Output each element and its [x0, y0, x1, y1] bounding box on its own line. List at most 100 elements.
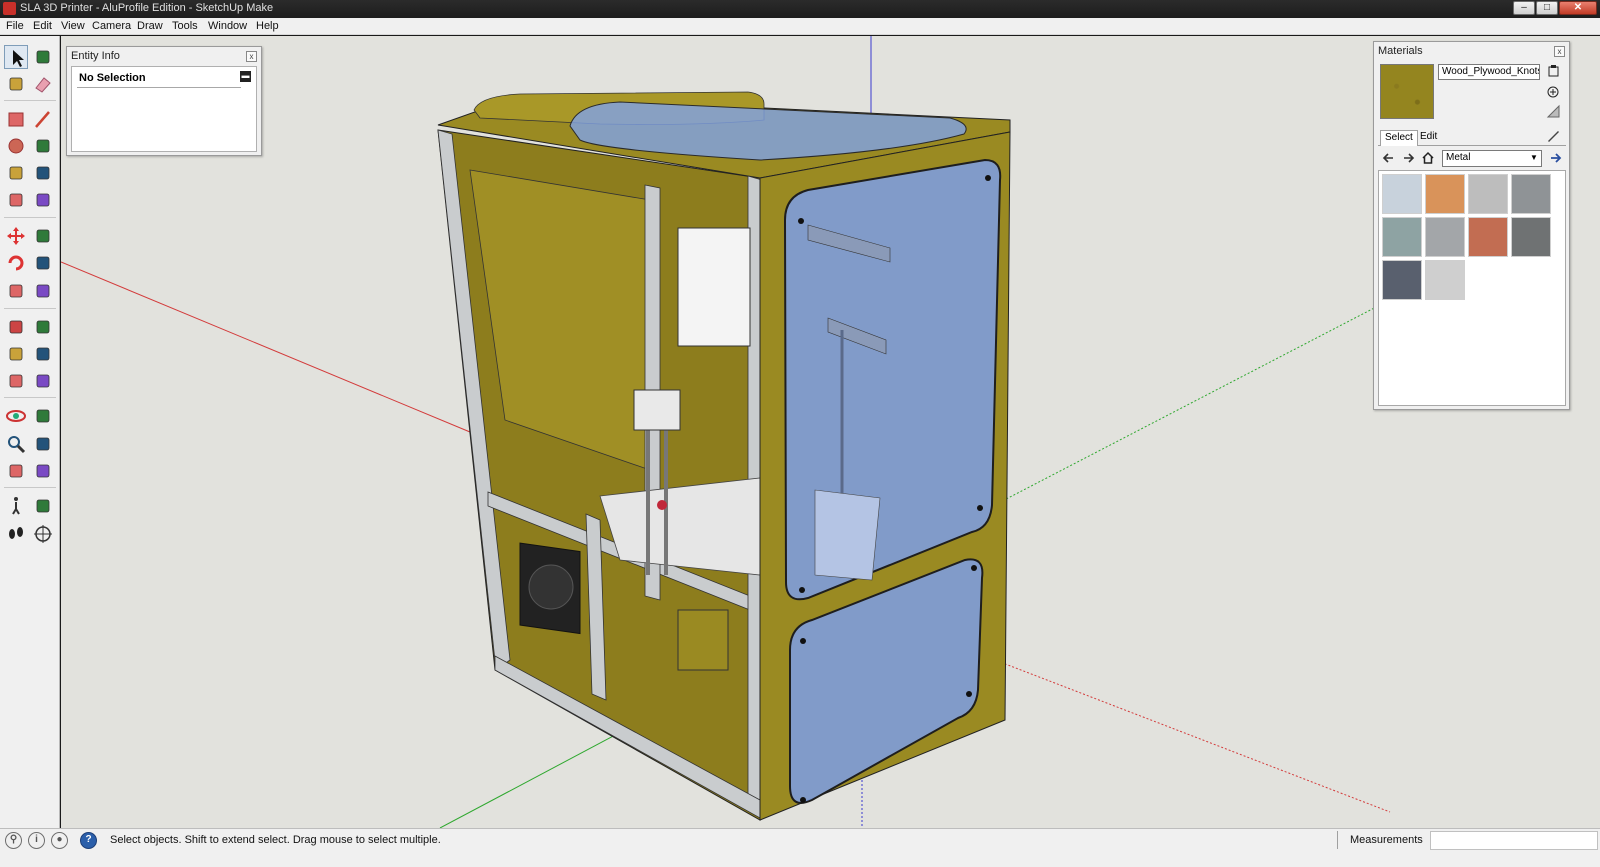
circle-icon[interactable]	[4, 134, 28, 158]
toolbar-separator	[4, 308, 56, 309]
menu-help[interactable]: Help	[256, 20, 279, 32]
metal-swatch-10[interactable]	[1425, 260, 1465, 300]
component-icon[interactable]	[31, 45, 55, 69]
metal-swatch-9[interactable]	[1382, 260, 1422, 300]
status-message: Select objects. Shift to extend select. …	[110, 834, 441, 846]
metal-swatch-3[interactable]	[1468, 174, 1508, 214]
rectangle-icon[interactable]	[4, 107, 28, 131]
menu-file[interactable]: File	[6, 20, 24, 32]
metal-swatch-1[interactable]	[1382, 174, 1422, 214]
selection-label: No Selection	[79, 72, 146, 84]
entity-info-title: Entity Info	[71, 50, 120, 62]
axes-icon[interactable]	[4, 369, 28, 393]
metal-swatch-5[interactable]	[1382, 217, 1422, 257]
entity-info-panel: Entity Info x No Selection ▬	[66, 46, 262, 156]
menu-window[interactable]: Window	[208, 20, 247, 32]
display-secondary-pane-icon[interactable]	[1546, 64, 1561, 79]
footprints-icon[interactable]	[4, 522, 28, 546]
materials-close-button[interactable]: x	[1554, 46, 1565, 57]
default-material-icon[interactable]	[1546, 104, 1561, 119]
large-tool-set	[0, 36, 60, 828]
walk-icon[interactable]	[4, 494, 28, 518]
details-arrow-icon[interactable]	[1548, 151, 1562, 168]
coupler	[657, 500, 667, 510]
model-viewport[interactable]	[61, 36, 1600, 828]
screw	[800, 797, 806, 803]
material-category-select[interactable]: Metal ▼	[1442, 150, 1542, 167]
create-material-icon[interactable]	[1546, 84, 1561, 99]
screw	[800, 638, 806, 644]
title-bar: SLA 3D Printer - AluProfile Edition - Sk…	[0, 0, 1600, 18]
entity-info-body: No Selection ▬	[71, 66, 257, 152]
metal-swatch-2[interactable]	[1425, 174, 1465, 214]
follow-me-icon[interactable]	[31, 251, 55, 275]
line-icon[interactable]	[31, 107, 55, 131]
offset-icon[interactable]	[31, 279, 55, 303]
freehand-icon[interactable]	[31, 134, 55, 158]
collapse-details-icon[interactable]: ▬	[240, 71, 251, 82]
tape-measure-icon[interactable]	[4, 315, 28, 339]
toolbar-separator	[4, 100, 56, 101]
text-icon[interactable]	[31, 342, 55, 366]
tab-select[interactable]: Select	[1380, 130, 1418, 146]
menu-draw[interactable]: Draw	[137, 20, 163, 32]
screw	[977, 505, 983, 511]
menu-edit[interactable]: Edit	[33, 20, 52, 32]
close-button[interactable]: ✕	[1559, 1, 1597, 15]
zoom-extents-icon[interactable]	[4, 459, 28, 483]
entity-info-close-button[interactable]: x	[246, 51, 257, 62]
select-icon[interactable]	[4, 45, 28, 69]
red-axis	[61, 261, 471, 433]
screw	[971, 565, 977, 571]
arc-icon[interactable]	[31, 161, 55, 185]
status-divider	[1337, 831, 1338, 849]
3d-text-icon[interactable]	[31, 369, 55, 393]
credits-icon[interactable]: i	[28, 832, 45, 849]
arc-2pt-icon[interactable]	[31, 188, 55, 212]
z-carriage	[633, 389, 681, 431]
move-icon[interactable]	[4, 224, 28, 248]
screw	[966, 691, 972, 697]
look-around-icon[interactable]	[31, 494, 55, 518]
minimize-button[interactable]: –	[1513, 1, 1535, 15]
selection-divider	[77, 87, 241, 88]
home-icon[interactable]	[1421, 151, 1435, 168]
scale-icon[interactable]	[4, 279, 28, 303]
paint-bucket-icon[interactable]	[4, 72, 28, 96]
tab-edit[interactable]: Edit	[1416, 130, 1441, 143]
metal-swatch-6[interactable]	[1425, 217, 1465, 257]
previous-view-icon[interactable]	[31, 459, 55, 483]
protractor-icon[interactable]	[4, 342, 28, 366]
metal-swatch-7[interactable]	[1468, 217, 1508, 257]
orbit-icon[interactable]	[4, 404, 28, 428]
metal-swatch-8[interactable]	[1511, 217, 1551, 257]
menu-camera[interactable]: Camera	[92, 20, 131, 32]
polygon-icon[interactable]	[4, 161, 28, 185]
measurements-label: Measurements	[1350, 834, 1423, 846]
position-camera-icon[interactable]	[31, 522, 55, 546]
forward-arrow-icon[interactable]	[1401, 151, 1415, 168]
material-name-field[interactable]: Wood_Plywood_Knots	[1438, 64, 1540, 80]
materials-nav: Metal ▼	[1380, 150, 1566, 168]
back-arrow-icon[interactable]	[1382, 151, 1396, 168]
measurements-input[interactable]	[1430, 831, 1598, 850]
stepper-mount	[677, 609, 729, 671]
menu-bar: File Edit View Camera Draw Tools Window …	[0, 18, 1600, 35]
user-icon[interactable]: ●	[51, 832, 68, 849]
push-pull-icon[interactable]	[31, 224, 55, 248]
zoom-icon[interactable]	[4, 432, 28, 456]
menu-tools[interactable]: Tools	[172, 20, 198, 32]
rotate-icon[interactable]	[4, 251, 28, 275]
pan-icon[interactable]	[31, 404, 55, 428]
eraser-icon[interactable]	[31, 72, 55, 96]
material-preview	[1380, 64, 1434, 119]
menu-view[interactable]: View	[61, 20, 85, 32]
maximize-button[interactable]: □	[1536, 1, 1558, 15]
metal-swatch-4[interactable]	[1511, 174, 1551, 214]
pie-icon[interactable]	[4, 188, 28, 212]
zoom-window-icon[interactable]	[31, 432, 55, 456]
help-icon[interactable]: ?	[80, 832, 97, 849]
dimension-icon[interactable]	[31, 315, 55, 339]
material-category-value: Metal	[1446, 152, 1471, 163]
geo-location-icon[interactable]: ⚲	[5, 832, 22, 849]
